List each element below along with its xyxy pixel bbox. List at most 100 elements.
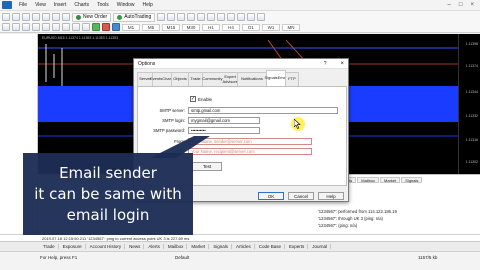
menu-file[interactable]: File: [15, 2, 31, 8]
tab-notifications[interactable]: Notifications: [237, 72, 267, 86]
tab-alerts[interactable]: Alerts: [145, 244, 164, 249]
menu-insert[interactable]: Insert: [50, 2, 71, 8]
tab-journal[interactable]: Journal: [309, 244, 332, 249]
tab-ftp[interactable]: FTP: [285, 72, 299, 86]
tab-code-base[interactable]: Code Base: [256, 244, 285, 249]
tab-articles[interactable]: Articles: [233, 244, 255, 249]
timeframe-d1[interactable]: D1: [242, 23, 260, 31]
caption-line-2: it can be same with: [34, 184, 182, 203]
timeframe-w1[interactable]: W1: [262, 23, 280, 31]
autotrading-button[interactable]: AutoTrading: [113, 12, 156, 22]
new-order-label: New Order: [83, 14, 108, 20]
mini-tab[interactable]: Signals: [401, 177, 423, 183]
toolbar-row-1: New Order AutoTrading: [2, 12, 266, 22]
tab-market[interactable]: Market: [188, 244, 210, 249]
enable-label: Enable: [198, 96, 213, 102]
timeframe-h1[interactable]: H1: [202, 23, 220, 31]
shapes-icon[interactable]: [112, 23, 120, 31]
enable-checkbox[interactable]: ✓: [190, 96, 196, 102]
menu-charts[interactable]: Charts: [70, 2, 93, 8]
timeframe-m1[interactable]: M1: [122, 23, 140, 31]
indicators-icon[interactable]: [237, 13, 246, 21]
mini-tab[interactable]: Market: [380, 177, 401, 183]
smtp-server-field[interactable]: smtp.gmail.com: [188, 107, 338, 114]
new-order-button[interactable]: New Order: [72, 12, 112, 22]
tab-trade[interactable]: Trade: [40, 244, 59, 249]
vertical-line-icon[interactable]: [22, 23, 30, 31]
journal-row: '1234567': through UK 3 (ping: n/a): [318, 216, 383, 221]
timeframe-h4[interactable]: H4: [222, 23, 240, 31]
autotrading-label: AutoTrading: [124, 14, 152, 20]
tab-exposure[interactable]: Exposure: [60, 244, 86, 249]
tab-experts[interactable]: Experts: [286, 244, 309, 249]
timeframe-mn[interactable]: MN: [282, 23, 300, 31]
cancel-button[interactable]: Cancel: [288, 192, 314, 200]
trendline-icon[interactable]: [42, 23, 50, 31]
horizontal-line-icon[interactable]: [32, 23, 40, 31]
bar-chart-icon[interactable]: [157, 13, 166, 21]
templates-icon[interactable]: [257, 13, 266, 21]
tutorial-caption: Email sender it can be same with email l…: [23, 153, 193, 235]
tab-trade[interactable]: Trade: [188, 72, 203, 86]
tab-signals[interactable]: Signals: [210, 244, 232, 249]
enable-checkbox-row[interactable]: ✓ Enable: [190, 96, 212, 102]
mini-tab[interactable]: Mailbox: [357, 177, 380, 183]
autotrading-icon: [117, 14, 123, 20]
timeframe-m15[interactable]: M15: [162, 23, 180, 31]
tab-email[interactable]: Signals Email: [264, 70, 288, 86]
tab-objects[interactable]: Objects: [171, 72, 189, 86]
status-profile: Default: [175, 255, 190, 260]
timeframe-m5[interactable]: M5: [142, 23, 160, 31]
channel-icon[interactable]: [52, 23, 60, 31]
tab-mailbox[interactable]: Mailbox: [165, 244, 188, 249]
cursor-tool-icon[interactable]: [2, 23, 10, 31]
terminal-icon[interactable]: [52, 13, 60, 21]
market-watch-icon[interactable]: [22, 13, 30, 21]
text-tool-icon[interactable]: [72, 23, 80, 31]
fibonacci-icon[interactable]: [62, 23, 70, 31]
tab-charts[interactable]: Events Charts: [150, 72, 174, 86]
close-icon[interactable]: ×: [470, 2, 474, 8]
menu-window[interactable]: Window: [113, 2, 139, 8]
tile-icon[interactable]: [207, 13, 216, 21]
help-button[interactable]: Help: [318, 192, 344, 200]
label-tool-icon[interactable]: [82, 23, 90, 31]
menu-view[interactable]: View: [31, 2, 50, 8]
smtp-login-field[interactable]: mygmail@gmail.com: [188, 117, 260, 124]
timeframe-m30[interactable]: M30: [182, 23, 200, 31]
tab-news[interactable]: News: [126, 244, 145, 249]
app-logo-icon: [2, 1, 12, 9]
test-button[interactable]: Test: [192, 162, 222, 171]
new-chart-icon[interactable]: [2, 13, 10, 21]
profiles-icon[interactable]: [12, 13, 20, 21]
tester-icon[interactable]: [62, 13, 70, 21]
tab-community-label: Community: [202, 76, 223, 82]
tab-account-history[interactable]: Account History: [87, 244, 126, 249]
periods-icon[interactable]: [247, 13, 256, 21]
close-icon[interactable]: ×: [340, 61, 344, 67]
smtp-password-field[interactable]: ••••••••••: [188, 127, 260, 134]
crosshair-tool-icon[interactable]: [12, 23, 20, 31]
minimize-icon[interactable]: –: [448, 2, 451, 8]
autoscroll-icon[interactable]: [217, 13, 226, 21]
menu-help[interactable]: Help: [139, 2, 157, 8]
zoom-out-icon[interactable]: [197, 13, 206, 21]
data-window-icon[interactable]: [32, 13, 40, 21]
candles-icon[interactable]: [167, 13, 176, 21]
mouse-cursor-highlight: [291, 117, 305, 131]
zoom-in-icon[interactable]: [187, 13, 196, 21]
ok-button[interactable]: OK: [258, 192, 284, 200]
navigator-icon[interactable]: [42, 13, 50, 21]
cursor-arrow-icon: [294, 119, 301, 129]
arrow-down-icon[interactable]: [102, 23, 110, 31]
menu-tools[interactable]: Tools: [93, 2, 113, 8]
terminal-mini-tabs: Alerts Mailbox Market Signals: [338, 177, 423, 183]
chart-shift-icon[interactable]: [227, 13, 236, 21]
smtp-login-label: SMTP login:: [162, 118, 185, 123]
arrow-up-icon[interactable]: [92, 23, 100, 31]
help-icon[interactable]: ?: [324, 61, 327, 67]
tab-expert-advisors[interactable]: Community Expert Advisors: [202, 72, 238, 86]
maximize-icon[interactable]: □: [459, 2, 463, 8]
price-scale: 1.11398 1.11374 1.11344 1.11332 1.11316 …: [458, 34, 480, 174]
line-chart-icon[interactable]: [177, 13, 186, 21]
